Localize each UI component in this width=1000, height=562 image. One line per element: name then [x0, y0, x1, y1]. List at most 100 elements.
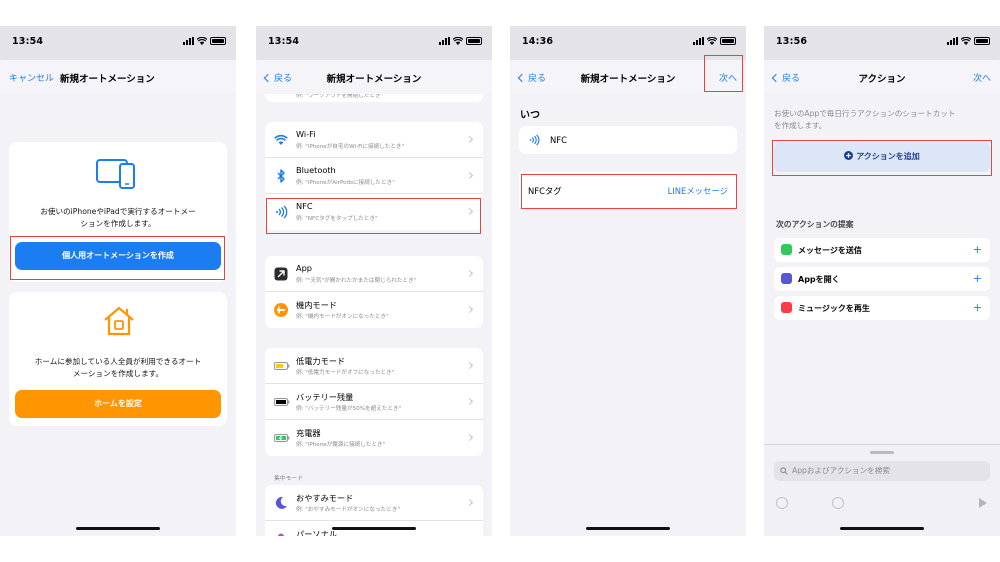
trigger-row-charger[interactable]: 充電器 例: "iPhoneが電源に接続したとき"	[265, 420, 483, 456]
status-icons	[439, 37, 482, 45]
row-subtitle: 例: "iPhoneが自宅のWi-Fiに接続したとき"	[296, 144, 405, 150]
cellular-signal-icon	[183, 37, 194, 45]
trigger-row-sleep[interactable]: おやすみモード 例: "おやすみモードがオンになったとき"	[265, 485, 483, 521]
trigger-summary-row[interactable]: NFC	[519, 126, 737, 154]
personal-card-text-2: ションを作成します。	[80, 219, 156, 228]
phone-screen-nfc-trigger: 14:36 戻る 新規オートメーション 次へ いつ NFC NFCタグ LINE…	[510, 26, 746, 536]
undo-icon[interactable]	[776, 497, 788, 509]
battery-status-icon	[974, 37, 990, 45]
charger-icon	[274, 434, 290, 442]
bluetooth-icon	[277, 169, 285, 183]
status-icons	[693, 37, 736, 45]
status-time: 13:54	[268, 36, 300, 47]
row-title: おやすみモード	[296, 493, 354, 503]
chevron-right-icon	[465, 433, 474, 442]
battery-icon	[274, 398, 290, 406]
trigger-group-power: 低電力モード 例: "低電力モードがオフになったとき" バッテリー残量 例: "…	[265, 348, 483, 456]
trigger-row-bluetooth[interactable]: Bluetooth 例: "iPhoneがAirPodsに接続したとき"	[265, 158, 483, 194]
play-icon[interactable]	[978, 497, 988, 509]
suggestion-play-music[interactable]: ミュージックを再生 +	[774, 296, 990, 320]
status-bar: 13:54	[0, 26, 236, 60]
next-button[interactable]: 次へ	[973, 71, 991, 84]
music-icon	[781, 302, 792, 313]
phone-screen-trigger-list: 13:54 例: "ワークアウトを開始したとき" 戻る 新規オートメーション W…	[256, 26, 492, 536]
chevron-right-icon	[465, 361, 474, 370]
row-subtitle: 例: "低電力モードがオフになったとき"	[296, 370, 395, 376]
nav-bar: キャンセル 新規オートメーション	[0, 60, 236, 94]
wifi-status-icon	[707, 37, 717, 45]
chevron-right-icon	[465, 171, 474, 180]
chevron-right-icon	[465, 305, 474, 314]
wifi-status-icon	[453, 37, 463, 45]
home-automation-card: ホームに参加している人全員が利用できるオート メーションを作成します。 ホームを…	[9, 292, 227, 426]
redo-icon[interactable]	[832, 497, 844, 509]
sheet: 戻る アクション 次へ お使いのAppで毎日行うアクションのショートカット を作…	[764, 60, 1000, 536]
nav-title: 新規オートメーション	[326, 74, 422, 85]
personal-card-text-1: お使いのiPhoneやiPadで実行するオートメー	[40, 207, 196, 216]
plus-icon[interactable]: +	[973, 272, 982, 285]
trigger-row-app[interactable]: App 例: ""天気"が開かれたかまたは閉じられたとき"	[265, 256, 483, 292]
status-time: 14:36	[522, 36, 554, 47]
trigger-row-battery-level[interactable]: バッテリー残量 例: "バッテリー残量が50%を超えたとき"	[265, 384, 483, 420]
home-indicator	[332, 527, 416, 530]
row-title: 低電力モード	[296, 356, 346, 366]
home-indicator	[840, 527, 924, 530]
trigger-summary-label: NFC	[550, 135, 567, 145]
trigger-row-wifi[interactable]: Wi-Fi 例: "iPhoneが自宅のWi-Fiに接続したとき"	[265, 122, 483, 158]
trigger-row-airplane[interactable]: 機内モード 例: "機内モードがオンになったとき"	[265, 292, 483, 328]
search-icon	[780, 467, 788, 475]
search-placeholder: Appおよびアクションを検索	[792, 466, 890, 475]
actions-description: お使いのAppで毎日行うアクションのショートカット を作成します。	[774, 108, 988, 132]
status-icons	[183, 37, 226, 45]
cellular-signal-icon	[693, 37, 704, 45]
cancel-button[interactable]: キャンセル	[9, 71, 54, 84]
status-time: 13:54	[12, 36, 44, 47]
chevron-right-icon	[465, 397, 474, 406]
description-line-2: を作成します。	[774, 121, 827, 130]
battery-status-icon	[466, 37, 482, 45]
row-subtitle: 例: "おやすみモードがオンになったとき"	[296, 507, 400, 513]
home-card-text-1: ホームに参加している人全員が利用できるオート	[34, 357, 202, 366]
highlight-frame	[772, 140, 992, 176]
highlight-frame	[521, 174, 737, 209]
cellular-signal-icon	[947, 37, 958, 45]
sheet: 例: "ワークアウトを開始したとき" 戻る 新規オートメーション Wi-Fi 例…	[256, 60, 492, 536]
nav-bar: 戻る 新規オートメーション	[256, 60, 492, 94]
when-section-label: いつ	[520, 110, 540, 121]
low-battery-icon	[274, 362, 290, 370]
suggestion-send-message[interactable]: メッセージを送信 +	[774, 238, 990, 262]
highlight-frame	[704, 55, 743, 92]
trigger-row-low-power[interactable]: 低電力モード 例: "低電力モードがオフになったとき"	[265, 348, 483, 384]
messages-icon	[781, 244, 792, 255]
suggestion-label: Appを開く	[798, 275, 840, 284]
row-title: Bluetooth	[296, 165, 336, 175]
row-title: パーソナル	[296, 529, 337, 536]
wifi-status-icon	[197, 37, 207, 45]
row-title: バッテリー残量	[296, 392, 354, 402]
sheet: 戻る 新規オートメーション 次へ いつ NFC NFCタグ LINEメッセージ	[510, 55, 746, 536]
battery-status-icon	[210, 37, 226, 45]
plus-icon[interactable]: +	[973, 301, 982, 314]
battery-status-icon	[720, 37, 736, 45]
section-header-focus: 集中モード	[274, 476, 303, 482]
chevron-right-icon	[465, 269, 474, 278]
person-icon	[278, 533, 284, 536]
row-subtitle: 例: ""天気"が開かれたかまたは閉じられたとき"	[296, 278, 417, 284]
app-icon	[274, 267, 288, 281]
nav-bar: 戻る アクション 次へ	[764, 60, 1000, 94]
suggestion-open-app[interactable]: Appを開く +	[774, 267, 990, 291]
sheet-grabber[interactable]	[870, 451, 894, 454]
row-subtitle: 例: "iPhoneが電源に接続したとき"	[296, 442, 386, 448]
action-search-input[interactable]: Appおよびアクションを検索	[774, 461, 990, 481]
row-title: App	[296, 263, 312, 273]
setup-home-button[interactable]: ホームを設定	[15, 390, 221, 418]
nfc-icon	[529, 134, 540, 146]
devices-icon	[96, 159, 135, 189]
screenshot-stage: 13:54 キャンセル 新規オートメーション お使いのiPhoneやiPadで実…	[0, 0, 1000, 562]
plus-icon[interactable]: +	[973, 243, 982, 256]
sheet: キャンセル 新規オートメーション お使いのiPhoneやiPadで実行するオート…	[0, 60, 236, 536]
row-subtitle: 例: "機内モードがオンになったとき"	[296, 314, 389, 320]
home-indicator	[76, 527, 160, 530]
row-title: Wi-Fi	[296, 129, 316, 139]
row-subtitle: 例: "iPhoneがAirPodsに接続したとき"	[296, 180, 395, 186]
